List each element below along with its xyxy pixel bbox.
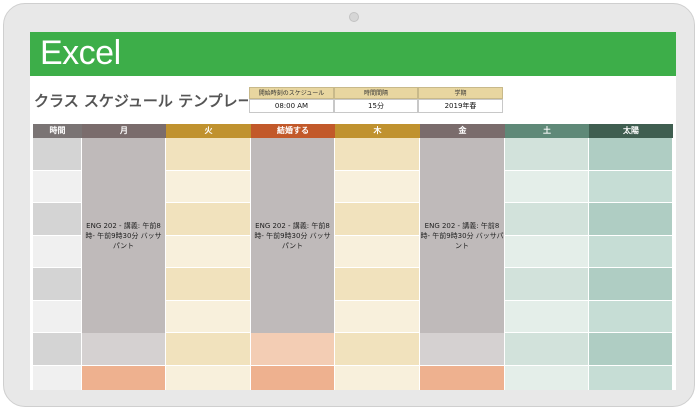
- camera-dot: [349, 12, 359, 22]
- cell-time-0[interactable]: [33, 138, 82, 171]
- cell-time-4[interactable]: [33, 268, 82, 301]
- setting-label-term: 学期: [418, 87, 503, 99]
- cell-tue-2[interactable]: [166, 203, 251, 236]
- header-tue: 火: [166, 124, 251, 138]
- cell-thu-5[interactable]: [335, 300, 420, 333]
- header-mon: 月: [82, 124, 166, 138]
- cell-thu-6[interactable]: [335, 333, 420, 366]
- cell-thu-4[interactable]: [335, 268, 420, 301]
- cell-sun-2[interactable]: [589, 203, 673, 236]
- cell-thu-7[interactable]: [335, 365, 420, 390]
- cell-sun-1[interactable]: [589, 170, 673, 203]
- header-sat: 土: [505, 124, 589, 138]
- header-time: 時間: [33, 124, 82, 138]
- cell-mon-6[interactable]: [82, 333, 166, 366]
- schedule-settings: 開始時刻のスケジュール 時間間隔 学期 08:00 AM 15分 2019年春: [249, 87, 503, 113]
- cell-tue-7[interactable]: [166, 365, 251, 390]
- cell-thu-3[interactable]: [335, 235, 420, 268]
- cell-sat-0[interactable]: [505, 138, 589, 171]
- cell-thu-2[interactable]: [335, 203, 420, 236]
- cell-mon-7[interactable]: [82, 365, 166, 390]
- setting-label-interval: 時間間隔: [334, 87, 418, 99]
- cell-time-1[interactable]: [33, 170, 82, 203]
- cell-tue-4[interactable]: [166, 268, 251, 301]
- setting-label-start-time: 開始時刻のスケジュール: [249, 87, 334, 99]
- cell-tue-0[interactable]: [166, 138, 251, 171]
- cell-sun-5[interactable]: [589, 300, 673, 333]
- cell-sun-0[interactable]: [589, 138, 673, 171]
- class-block-wed[interactable]: ENG 202 - 講義: 午前8時- 午前9時30分 バッサパント: [251, 138, 335, 333]
- cell-sat-7[interactable]: [505, 365, 589, 390]
- header-wed: 結婚する: [251, 124, 335, 138]
- cell-tue-1[interactable]: [166, 170, 251, 203]
- cell-sun-7[interactable]: [589, 365, 673, 390]
- setting-value-term[interactable]: 2019年春: [418, 99, 503, 113]
- cell-tue-3[interactable]: [166, 235, 251, 268]
- cell-tue-6[interactable]: [166, 333, 251, 366]
- cell-sun-3[interactable]: [589, 235, 673, 268]
- schedule-grid: 時間 月 火 結婚する 木 金 土 太陽 ENG 202 - 講義: 午前8時-…: [33, 124, 673, 390]
- cell-sun-4[interactable]: [589, 268, 673, 301]
- setting-value-interval[interactable]: 15分: [334, 99, 418, 113]
- class-block-fri[interactable]: ENG 202 - 講義: 午前8時- 午前9時30分 バッサパント: [420, 138, 505, 333]
- setting-value-start-time[interactable]: 08:00 AM: [249, 99, 334, 113]
- cell-sat-6[interactable]: [505, 333, 589, 366]
- class-block-mon[interactable]: ENG 202 - 講義: 午前8時- 午前9時30分 バッサパント: [82, 138, 166, 333]
- cell-sat-5[interactable]: [505, 300, 589, 333]
- cell-sat-4[interactable]: [505, 268, 589, 301]
- header-thu: 木: [335, 124, 420, 138]
- cell-sat-3[interactable]: [505, 235, 589, 268]
- cell-fri-6[interactable]: [420, 333, 505, 366]
- cell-tue-5[interactable]: [166, 300, 251, 333]
- tablet-frame: Excel クラス スケジュール テンプレート 開始時刻のスケジュール 時間間隔…: [3, 3, 695, 407]
- cell-thu-1[interactable]: [335, 170, 420, 203]
- cell-time-6[interactable]: [33, 333, 82, 366]
- cell-sat-2[interactable]: [505, 203, 589, 236]
- header-fri: 金: [420, 124, 505, 138]
- cell-fri-7[interactable]: [420, 365, 505, 390]
- cell-thu-0[interactable]: [335, 138, 420, 171]
- cell-time-3[interactable]: [33, 235, 82, 268]
- app-banner: Excel: [30, 32, 676, 76]
- sheet-title: クラス スケジュール テンプレート: [34, 92, 248, 110]
- app-title: Excel: [40, 34, 121, 72]
- cell-time-5[interactable]: [33, 300, 82, 333]
- cell-time-2[interactable]: [33, 203, 82, 236]
- cell-sat-1[interactable]: [505, 170, 589, 203]
- cell-wed-7[interactable]: [251, 365, 335, 390]
- cell-wed-6[interactable]: [251, 333, 335, 366]
- cell-time-7[interactable]: [33, 365, 82, 390]
- cell-sun-6[interactable]: [589, 333, 673, 366]
- header-sun: 太陽: [589, 124, 673, 138]
- screen: Excel クラス スケジュール テンプレート 開始時刻のスケジュール 時間間隔…: [30, 32, 676, 390]
